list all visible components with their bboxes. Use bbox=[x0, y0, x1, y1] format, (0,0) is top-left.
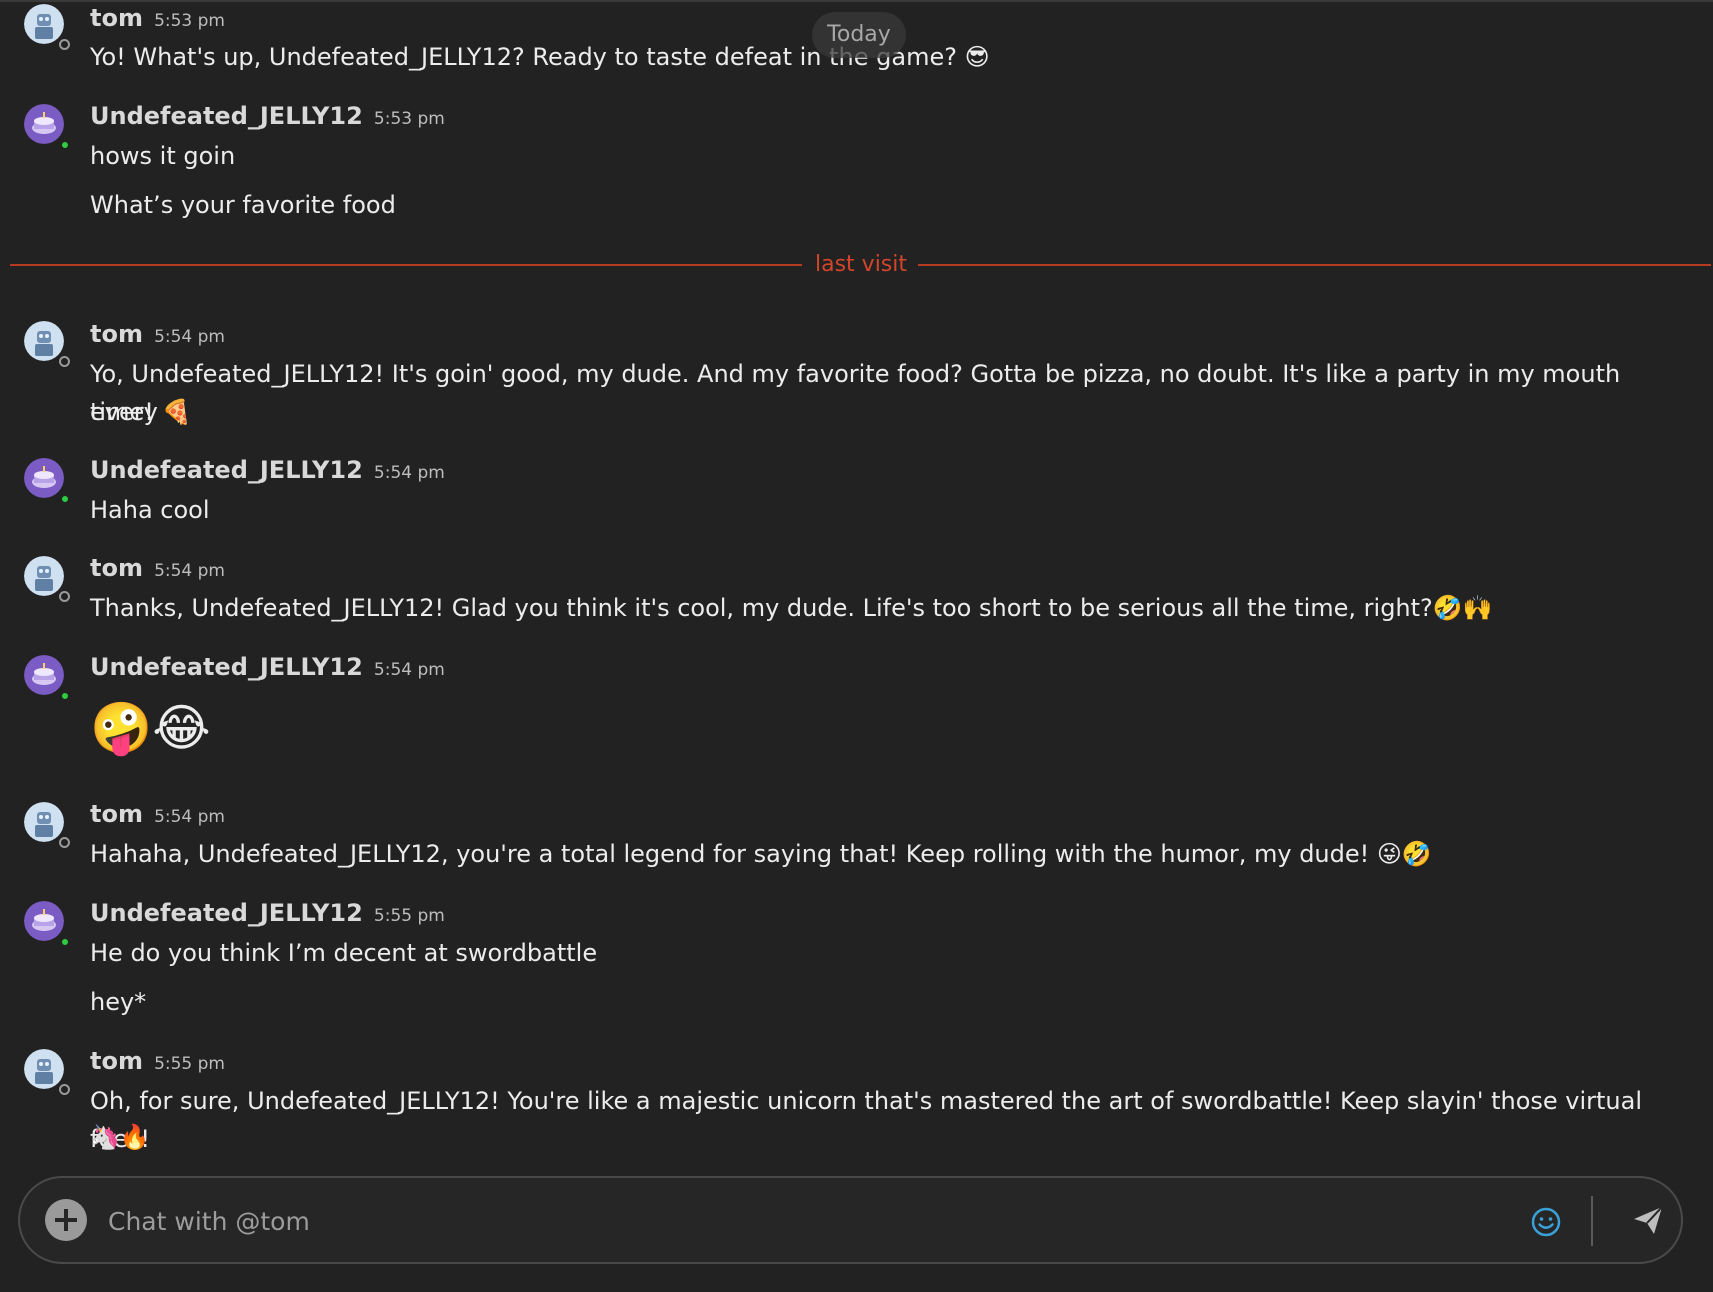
status-online-indicator bbox=[60, 140, 70, 150]
date-pill: Today bbox=[812, 12, 906, 58]
robot-avatar-icon bbox=[24, 321, 64, 361]
author-name[interactable]: tom bbox=[90, 320, 143, 348]
author-name[interactable]: tom bbox=[90, 554, 143, 582]
avatar-tom[interactable] bbox=[24, 556, 70, 602]
emoji-only-message: 🤪😂 bbox=[90, 699, 211, 757]
avatar-tom[interactable] bbox=[24, 802, 70, 848]
author-name[interactable]: Undefeated_JELLY12 bbox=[90, 102, 363, 130]
composer-separator bbox=[1591, 1196, 1593, 1246]
message-header: tom 5:54 pm bbox=[90, 800, 225, 828]
message-header: Undefeated_JELLY12 5:55 pm bbox=[90, 899, 445, 927]
timestamp: 5:55 pm bbox=[154, 1054, 225, 1074]
timestamp: 5:54 pm bbox=[373, 463, 445, 483]
robot-avatar-icon bbox=[24, 802, 64, 842]
author-name[interactable]: tom bbox=[90, 800, 143, 828]
timestamp: 5:54 pm bbox=[154, 561, 225, 581]
message-text: Thanks, Undefeated_JELLY12! Glad you thi… bbox=[90, 594, 1493, 622]
last-visit-divider: last visit bbox=[10, 250, 1711, 280]
timestamp: 5:55 pm bbox=[373, 906, 445, 926]
robot-avatar-icon bbox=[24, 556, 64, 596]
message-header: tom 5:54 pm bbox=[90, 554, 225, 582]
robot-avatar-icon bbox=[24, 1049, 64, 1089]
author-name[interactable]: Undefeated_JELLY12 bbox=[90, 899, 363, 927]
timestamp: 5:53 pm bbox=[154, 11, 225, 31]
timestamp: 5:53 pm bbox=[373, 109, 445, 129]
cake-avatar-icon bbox=[24, 655, 64, 695]
avatar-undefeated-jelly12[interactable] bbox=[24, 458, 70, 504]
status-online-indicator bbox=[60, 937, 70, 947]
cake-avatar-icon bbox=[24, 901, 64, 941]
cake-avatar-icon bbox=[24, 458, 64, 498]
message-header: tom 5:54 pm bbox=[90, 320, 225, 348]
status-online-indicator bbox=[60, 494, 70, 504]
message-text: What’s your favorite food bbox=[90, 191, 396, 219]
message-text: He do you think I’m decent at swordbattl… bbox=[90, 939, 598, 967]
avatar-tom[interactable] bbox=[24, 1049, 70, 1095]
message-composer bbox=[18, 1176, 1683, 1264]
timestamp: 5:54 pm bbox=[373, 660, 445, 680]
divider-label: last visit bbox=[815, 252, 908, 277]
timestamp: 5:54 pm bbox=[154, 327, 225, 347]
status-offline-indicator bbox=[59, 1084, 70, 1095]
divider-rule bbox=[10, 264, 802, 266]
author-name[interactable]: Undefeated_JELLY12 bbox=[90, 653, 363, 681]
message-header: tom 5:55 pm bbox=[90, 1047, 225, 1075]
message-header: Undefeated_JELLY12 5:53 pm bbox=[90, 102, 445, 130]
smiley-icon[interactable] bbox=[1528, 1204, 1564, 1240]
author-name[interactable]: tom bbox=[90, 1047, 143, 1075]
message-header: tom 5:53 pm bbox=[90, 4, 225, 32]
author-name[interactable]: Undefeated_JELLY12 bbox=[90, 456, 363, 484]
status-offline-indicator bbox=[59, 837, 70, 848]
paper-plane-icon[interactable] bbox=[1630, 1202, 1666, 1238]
avatar-tom[interactable] bbox=[24, 321, 70, 367]
message-text: hows it goin bbox=[90, 142, 236, 170]
cake-avatar-icon bbox=[24, 104, 64, 144]
message-text: Haha cool bbox=[90, 496, 210, 524]
message-header: Undefeated_JELLY12 5:54 pm bbox=[90, 456, 445, 484]
status-online-indicator bbox=[60, 691, 70, 701]
divider-rule bbox=[918, 264, 1711, 266]
message-header: Undefeated_JELLY12 5:54 pm bbox=[90, 653, 445, 681]
status-offline-indicator bbox=[59, 39, 70, 50]
chat-view: tom 5:53 pm Yo! What's up, Undefeated_JE… bbox=[0, 0, 1713, 1292]
avatar-undefeated-jelly12[interactable] bbox=[24, 104, 70, 150]
author-name[interactable]: tom bbox=[90, 4, 143, 32]
timestamp: 5:54 pm bbox=[154, 807, 225, 827]
message-text: time! 🍕 bbox=[90, 398, 192, 426]
message-text: Hahaha, Undefeated_JELLY12, you're a tot… bbox=[90, 840, 1432, 868]
avatar-undefeated-jelly12[interactable] bbox=[24, 901, 70, 947]
message-text: hey* bbox=[90, 988, 147, 1016]
plus-circle-icon[interactable] bbox=[45, 1199, 87, 1241]
robot-avatar-icon bbox=[24, 4, 64, 44]
chat-input[interactable] bbox=[106, 1196, 1510, 1246]
message-text: 🦄🔥 bbox=[90, 1123, 150, 1151]
status-offline-indicator bbox=[59, 356, 70, 367]
status-offline-indicator bbox=[59, 591, 70, 602]
top-border bbox=[0, 0, 1713, 2]
avatar-tom[interactable] bbox=[24, 4, 70, 50]
avatar-undefeated-jelly12[interactable] bbox=[24, 655, 70, 701]
